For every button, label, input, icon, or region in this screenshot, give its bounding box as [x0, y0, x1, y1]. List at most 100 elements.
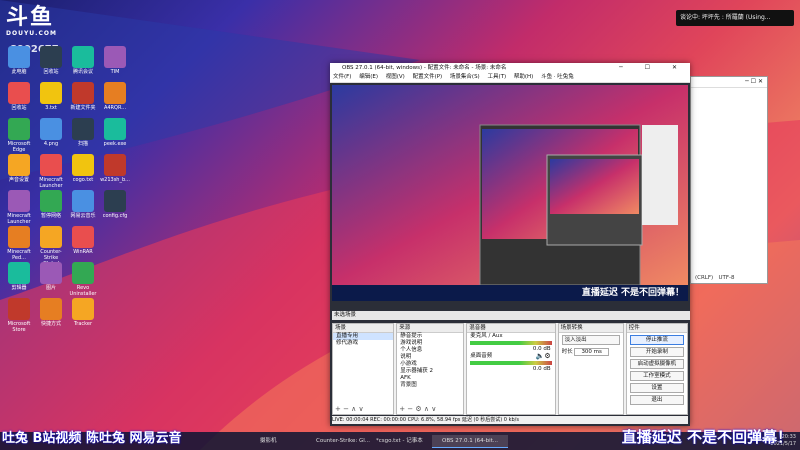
desktop-icon[interactable]: 回收站: [36, 46, 66, 75]
desktop-icon[interactable]: 腾讯会议: [68, 46, 98, 75]
app-icon: [40, 46, 62, 68]
desktop-icon[interactable]: 扫描: [68, 118, 98, 147]
taskbar-item[interactable]: OBS 27.0.1 (64-bit...: [432, 435, 508, 448]
transitions-dock[interactable]: 场景转换 淡入淡出 时长 300 ms: [557, 323, 624, 415]
logo-text: 斗鱼: [6, 5, 55, 30]
menu-view[interactable]: 视图(V): [386, 74, 405, 80]
desktop-icon[interactable]: 图片: [36, 262, 66, 291]
desktop-icon-label: cogo.txt: [72, 177, 94, 183]
obs-preview[interactable]: 直播延迟 不是不回弹幕！: [332, 85, 688, 301]
source-item[interactable]: 个人信息: [397, 347, 463, 354]
desktop-icon[interactable]: Counter-Strike Global: [36, 226, 66, 267]
notification-toast[interactable]: 谈论中: 坪坪先 : 所羅蘭 (Using...: [676, 10, 794, 26]
window-controls[interactable]: ─ ☐ ✕: [619, 63, 687, 73]
mixer-meter: [470, 341, 552, 345]
scene-item[interactable]: 直播专用: [333, 333, 394, 340]
menu-douyu[interactable]: 斗鱼 · 吐兔兔: [541, 74, 574, 80]
taskbar-item[interactable]: Counter-Strike: Gl...: [306, 435, 374, 447]
desktop-icon[interactable]: A4RQR...: [100, 82, 130, 111]
desktop-icon-label: 3.txt: [45, 105, 57, 111]
desktop-icon-label: A4RQR...: [103, 105, 127, 111]
obs-window[interactable]: OBS 27.0.1 (64-bit, windows) - 配置文件: 未命名…: [330, 63, 690, 426]
sources-toolbar[interactable]: + − ⚙ ∧ ∨: [399, 405, 436, 413]
scenes-dock[interactable]: 场景 直播专用 修代游戏 + − ∧ ∨: [332, 323, 395, 415]
preview-banner: 直播延迟 不是不回弹幕！: [581, 288, 684, 298]
desktop-icon[interactable]: Minecraft Launcher: [4, 190, 34, 225]
desktop-icon[interactable]: Revo Uninstaller: [68, 262, 98, 297]
desktop-icon[interactable]: 剪辑器: [4, 262, 34, 291]
notepad-titlebar[interactable]: ─ ☐ ✕: [691, 77, 767, 88]
desktop-icon[interactable]: 网易云音乐: [68, 190, 98, 219]
desktop-icon[interactable]: TIM: [100, 46, 130, 75]
desktop-icon[interactable]: 4.png: [36, 118, 66, 147]
menu-profile[interactable]: 配置文件(P): [413, 74, 443, 80]
desktop-icon[interactable]: 回收站: [4, 82, 34, 111]
source-item[interactable]: 小游戏: [397, 361, 463, 368]
desktop-icon[interactable]: 3.txt: [36, 82, 66, 111]
desktop-icon[interactable]: cogo.txt: [68, 154, 98, 183]
source-item[interactable]: 显示器捕获 2: [397, 368, 463, 375]
virtual-camera-button[interactable]: 启动虚拟摄像机: [629, 359, 684, 369]
exit-button[interactable]: 退出: [629, 395, 684, 405]
desktop-icon-label: 网易云音乐: [70, 213, 96, 219]
desktop-icon[interactable]: 快捷方式: [36, 298, 66, 327]
source-item[interactable]: 静音提示: [397, 333, 463, 340]
obs-statusbar: LIVE: 00:00:04 REC: 00:00:00 CPU: 6.8%, …: [332, 416, 688, 424]
desktop-icon[interactable]: Minecraft Ped...: [4, 226, 34, 261]
notepad-window[interactable]: ─ ☐ ✕ (CRLF) UTF-8: [690, 76, 768, 284]
source-item[interactable]: 游戏说明: [397, 340, 463, 347]
start-recording-button[interactable]: 开始录制: [629, 347, 684, 357]
desktop-icon[interactable]: 声音设置: [4, 154, 34, 183]
desktop-icon-label: Tracker: [73, 321, 93, 327]
mixer-track-name: 麦克风 / Aux: [470, 333, 503, 339]
transition-select[interactable]: 淡入淡出: [561, 335, 620, 345]
desktop-icon-label: 回收站: [11, 105, 27, 111]
notepad-encoding: UTF-8: [718, 275, 735, 281]
scenes-toolbar[interactable]: + − ∧ ∨: [335, 405, 364, 413]
desktop-icon[interactable]: WinRAR: [68, 226, 98, 255]
app-icon: [72, 298, 94, 320]
app-icon: [72, 46, 94, 68]
settings-button[interactable]: 设置: [629, 383, 684, 393]
desktop-icon[interactable]: w213sh_b...: [100, 154, 130, 183]
desktop-icon[interactable]: 此电脑: [4, 46, 34, 75]
controls-dock[interactable]: 控件 停止推流 开始录制 启动虚拟摄像机 工作室模式 设置 退出: [625, 323, 688, 415]
taskbar-item[interactable]: *csgo.txt - 记事本: [366, 435, 438, 447]
mixer-dock[interactable]: 混音器 麦克风 / Aux 0.0 dB 桌面音频 0.0 dB 🔈⚙: [466, 323, 556, 415]
app-icon: [8, 118, 30, 140]
desktop-icon[interactable]: config.cfg: [100, 190, 130, 219]
desktop-icon-label: 图片: [45, 285, 56, 291]
menu-tools[interactable]: 工具(T): [487, 74, 506, 80]
obs-titlebar[interactable]: OBS 27.0.1 (64-bit, windows) - 配置文件: 未命名…: [330, 63, 690, 73]
app-icon: [40, 118, 62, 140]
app-icon: [8, 298, 30, 320]
obs-menubar: 文件(F) 编辑(E) 视图(V) 配置文件(P) 场景集合(S) 工具(T) …: [330, 73, 690, 83]
douyu-logo: 斗鱼 DOUYU.COM: [6, 6, 58, 40]
notepad-line-ending: (CRLF): [695, 275, 714, 281]
duration-input[interactable]: 300 ms: [574, 348, 609, 356]
source-item[interactable]: AFK: [397, 375, 463, 382]
desktop-icon-label: WinRAR: [73, 249, 93, 255]
sources-dock[interactable]: 来源 静音提示 游戏说明 个人信息 说明 小游戏 显示器捕获 2 AFK 背景图…: [396, 323, 465, 415]
desktop-icon[interactable]: 暂停网络: [36, 190, 66, 219]
desktop-icon[interactable]: Microsoft Store: [4, 298, 34, 333]
menu-file[interactable]: 文件(F): [333, 74, 351, 80]
stop-streaming-button[interactable]: 停止推流: [629, 335, 684, 345]
studio-mode-button[interactable]: 工作室模式: [629, 371, 684, 381]
desktop-icon[interactable]: Minecraft Launcher: [36, 154, 66, 189]
desktop-icon[interactable]: Microsoft Edge: [4, 118, 34, 153]
desktop-icon[interactable]: peek.exe: [100, 118, 130, 147]
menu-help[interactable]: 帮助(H): [514, 74, 533, 80]
logo-subtext: DOUYU.COM: [6, 30, 57, 37]
desktop-icon-label: 暂停网络: [40, 213, 61, 219]
scene-item[interactable]: 修代游戏: [333, 340, 393, 347]
menu-edit[interactable]: 编辑(E): [359, 74, 378, 80]
source-item[interactable]: 背景图: [397, 382, 463, 389]
desktop-icon-label: config.cfg: [102, 213, 128, 219]
desktop-icon[interactable]: Tracker: [68, 298, 98, 327]
app-icon: [40, 190, 62, 212]
source-item[interactable]: 说明: [397, 354, 463, 361]
menu-scene-collection[interactable]: 场景集合(S): [450, 74, 480, 80]
desktop-icon[interactable]: 新建文件夹: [68, 82, 98, 111]
speaker-icon[interactable]: 🔈⚙: [536, 352, 551, 360]
